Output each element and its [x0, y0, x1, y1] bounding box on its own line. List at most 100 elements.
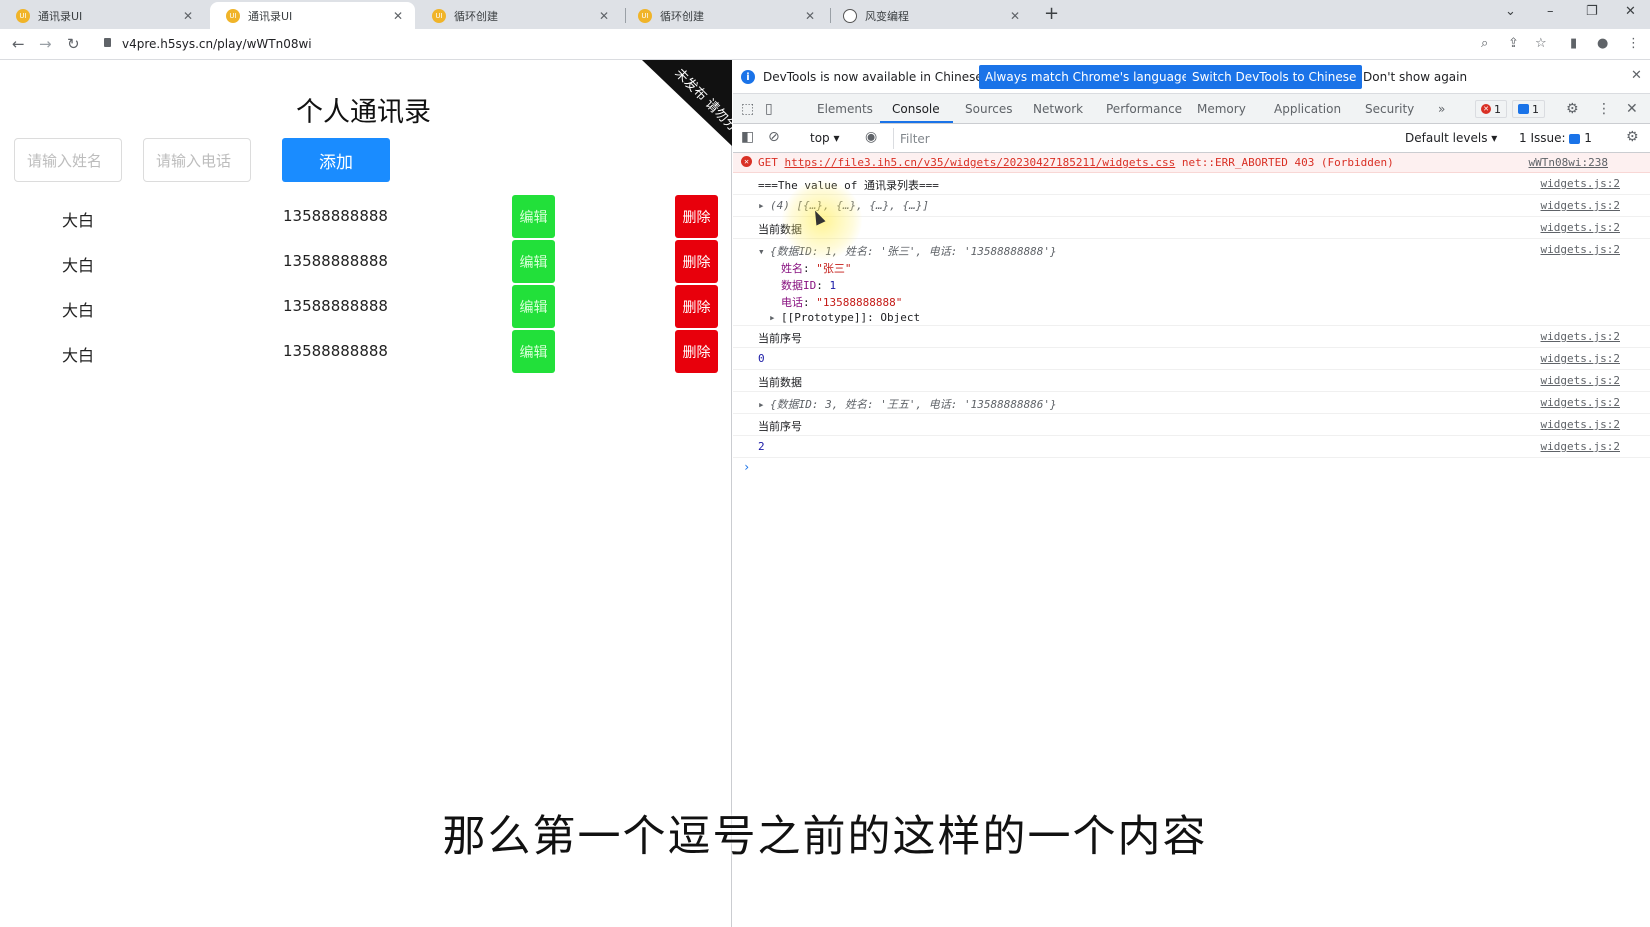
infobar-close-icon[interactable]: ✕ [1631, 68, 1642, 83]
url-text: v4pre.h5sys.cn/play/wWTn08wi [122, 37, 312, 51]
tab-search-icon[interactable]: ⌄ [1505, 4, 1516, 19]
tab-console[interactable]: Console [892, 102, 940, 116]
clear-console-icon[interactable]: ⊘ [768, 129, 780, 145]
dont-show-again-link[interactable]: Don't show again [1363, 70, 1467, 84]
edit-button[interactable]: 编辑 [512, 285, 555, 328]
tab-memory[interactable]: Memory [1197, 102, 1246, 116]
share-icon[interactable]: ⇪ [1508, 36, 1519, 51]
request-url[interactable]: https://file3.ih5.cn/v35/widgets/2023042… [785, 156, 1176, 169]
source-link[interactable]: widgets.js:2 [1541, 352, 1620, 365]
context-selector[interactable]: top ▾ [810, 131, 840, 145]
name-input[interactable]: 请输入姓名 [14, 138, 122, 182]
tab-application[interactable]: Application [1274, 102, 1341, 116]
message-count-badge[interactable]: 1 [1512, 100, 1545, 118]
source-link[interactable]: widgets.js:2 [1541, 177, 1620, 190]
browser-tab-5[interactable]: 风变编程 ✕ [827, 2, 1032, 29]
side-panel-icon[interactable]: ▮ [1570, 36, 1577, 51]
console-log-line: 0 widgets.js:2 [733, 349, 1650, 370]
devtools-language-infobar: i DevTools is now available in Chinese! … [733, 60, 1650, 94]
console-filter-bar: ◧ ⊘ top ▾ ◉ Filter Default levels ▾ 1 Is… [733, 124, 1650, 153]
zoom-icon[interactable]: ⌕ [1481, 36, 1488, 51]
chrome-menu-icon[interactable]: ⋮ [1627, 36, 1640, 51]
device-toolbar-icon[interactable]: ▯ [765, 101, 773, 117]
source-link[interactable]: widgets.js:2 [1541, 243, 1620, 256]
add-button[interactable]: 添加 [282, 138, 390, 182]
console-prompt-icon[interactable]: › [743, 460, 750, 474]
bookmark-star-icon[interactable]: ☆ [1535, 36, 1547, 51]
source-link[interactable]: widgets.js:2 [1541, 330, 1620, 343]
filter-input[interactable]: Filter [893, 128, 1388, 149]
browser-tab-3[interactable]: UI 循环创建 ✕ [416, 2, 621, 29]
tab-network[interactable]: Network [1033, 102, 1083, 116]
devtools-menu-icon[interactable]: ⋮ [1597, 101, 1611, 117]
devtools-close-icon[interactable]: ✕ [1626, 101, 1638, 117]
close-tab-icon[interactable]: ✕ [391, 9, 405, 23]
settings-gear-icon[interactable]: ⚙ [1566, 101, 1579, 117]
console-log-line[interactable]: ▸ {数据ID: 3, 姓名: '王五', 电话: '13588888886'} … [733, 393, 1650, 414]
match-language-button[interactable]: Always match Chrome's language [979, 65, 1195, 89]
console-log-line[interactable]: ▸ (4) [{…}, {…}, {…}, {…}] widgets.js:2 [733, 196, 1650, 217]
back-icon[interactable]: ← [12, 35, 25, 53]
edit-button[interactable]: 编辑 [512, 240, 555, 283]
source-link[interactable]: widgets.js:2 [1541, 396, 1620, 409]
restore-icon[interactable]: ❐ [1586, 4, 1598, 19]
close-tab-icon[interactable]: ✕ [597, 9, 611, 23]
live-expression-eye-icon[interactable]: ◉ [865, 129, 877, 145]
source-link[interactable]: widgets.js:2 [1541, 221, 1620, 234]
tab-security[interactable]: Security [1365, 102, 1414, 116]
property-value: "张三" [816, 262, 852, 275]
log-text: ===The value of 通讯录列表=== [758, 179, 939, 192]
object-prototype[interactable]: ▸ [[Prototype]]: Object [769, 311, 920, 324]
source-link[interactable]: wWTn08wi:238 [1529, 156, 1608, 169]
switch-chinese-button[interactable]: Switch DevTools to Chinese [1186, 65, 1363, 89]
expand-arrow-icon[interactable]: ▸ [758, 199, 770, 212]
owl-favicon-icon [843, 8, 857, 23]
delete-button[interactable]: 删除 [675, 285, 718, 328]
browser-tab-2[interactable]: UI 通讯录UI ✕ [210, 2, 415, 29]
close-tab-icon[interactable]: ✕ [181, 9, 195, 23]
expand-arrow-icon[interactable]: ▸ [758, 398, 770, 411]
error-count-badge[interactable]: ✕ 1 [1475, 100, 1507, 118]
reload-icon[interactable]: ↻ [67, 35, 80, 53]
delete-button[interactable]: 删除 [675, 195, 718, 238]
window-close-icon[interactable]: ✕ [1625, 4, 1636, 19]
tab-performance[interactable]: Performance [1106, 102, 1182, 116]
lock-icon [104, 38, 111, 47]
browser-tab-4[interactable]: UI 循环创建 ✕ [622, 2, 827, 29]
profile-avatar-icon[interactable]: ● [1597, 36, 1608, 51]
tab-title: 风变编程 [865, 9, 909, 23]
source-link[interactable]: widgets.js:2 [1541, 199, 1620, 212]
console-object-line[interactable]: ▾ {数据ID: 1, 姓名: '张三', 电话: '13588888888'} … [733, 240, 1650, 326]
issues-button[interactable]: 1 Issue: 1 [1519, 131, 1592, 145]
edit-button[interactable]: 编辑 [512, 330, 555, 373]
log-levels-dropdown[interactable]: Default levels ▾ [1405, 131, 1497, 145]
console-settings-gear-icon[interactable]: ⚙ [1626, 129, 1639, 145]
page-title: 个人通讯录 [296, 97, 431, 128]
address-bar[interactable]: v4pre.h5sys.cn/play/wWTn08wi [92, 33, 1492, 56]
edit-button[interactable]: 编辑 [512, 195, 555, 238]
source-link[interactable]: widgets.js:2 [1541, 440, 1620, 453]
source-link[interactable]: widgets.js:2 [1541, 374, 1620, 387]
close-tab-icon[interactable]: ✕ [803, 9, 817, 23]
tab-elements[interactable]: Elements [817, 102, 873, 116]
phone-input[interactable]: 请输入电话 [143, 138, 251, 182]
delete-button[interactable]: 删除 [675, 330, 718, 373]
new-tab-icon[interactable]: + [1044, 3, 1059, 24]
levels-label: Default levels [1405, 131, 1488, 145]
close-tab-icon[interactable]: ✕ [1008, 9, 1022, 23]
tab-title: 通讯录UI [248, 9, 293, 23]
minimize-icon[interactable]: – [1547, 4, 1554, 19]
browser-tab-1[interactable]: UI 通讯录UI ✕ [0, 2, 205, 29]
forward-icon[interactable]: → [39, 35, 52, 53]
source-link[interactable]: widgets.js:2 [1541, 418, 1620, 431]
expand-arrow-icon[interactable]: ▸ [769, 311, 781, 324]
collapse-arrow-icon[interactable]: ▾ [758, 245, 770, 258]
contact-name: 大白 [62, 301, 95, 320]
delete-button[interactable]: 删除 [675, 240, 718, 283]
more-tabs-icon[interactable]: » [1438, 102, 1445, 116]
tab-sources[interactable]: Sources [965, 102, 1012, 116]
log-text: ▸ {数据ID: 3, 姓名: '王五', 电话: '13588888886'} [758, 396, 1057, 412]
sidebar-toggle-icon[interactable]: ◧ [741, 129, 754, 145]
inspect-element-icon[interactable]: ⬚ [741, 101, 754, 117]
log-number: 2 [758, 440, 765, 453]
